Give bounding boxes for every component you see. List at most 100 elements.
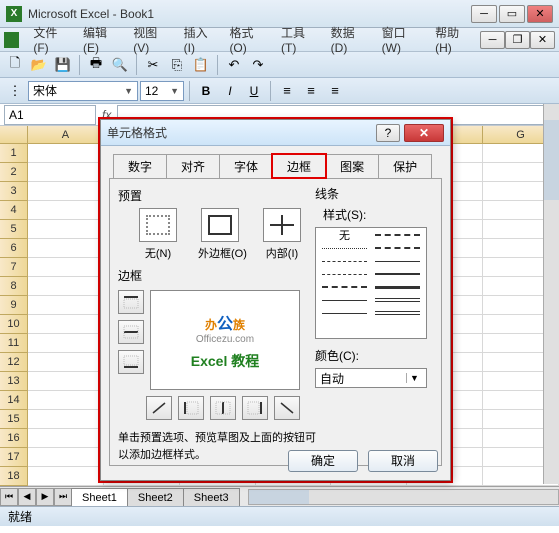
align-left-button[interactable]: ≡ (276, 80, 298, 102)
row-header[interactable]: 10 (0, 315, 28, 334)
copy-icon[interactable]: ⎘ (166, 54, 188, 76)
tab-border[interactable]: 边框 (272, 154, 326, 178)
row-header[interactable]: 1 (0, 144, 28, 163)
sheet-tab[interactable]: Sheet2 (127, 488, 184, 506)
toolbar-handle-icon[interactable]: ⋮ (4, 80, 26, 102)
border-left-button[interactable] (178, 396, 204, 420)
menu-view[interactable]: 视图(V) (127, 22, 177, 57)
cut-icon[interactable]: ✂ (142, 54, 164, 76)
font-size-select[interactable]: 12 ▼ (140, 81, 184, 101)
dialog-help-button[interactable]: ? (376, 124, 400, 142)
line-style-list[interactable]: 无 (315, 227, 427, 339)
line-style-option[interactable] (375, 271, 420, 277)
menu-window[interactable]: 窗口(W) (376, 22, 429, 57)
tab-prev-icon[interactable]: ◀ (18, 488, 36, 506)
preset-none-button[interactable] (139, 208, 177, 242)
tab-alignment[interactable]: 对齐 (166, 154, 220, 178)
line-style-option[interactable] (322, 284, 367, 290)
tab-font[interactable]: 字体 (219, 154, 273, 178)
ok-button[interactable]: 确定 (288, 450, 358, 472)
open-icon[interactable]: 📂 (28, 54, 50, 76)
italic-button[interactable]: I (219, 80, 241, 102)
border-diag-up-button[interactable] (146, 396, 172, 420)
vertical-scrollbar[interactable] (543, 104, 559, 484)
cancel-button[interactable]: 取消 (368, 450, 438, 472)
border-middle-v-button[interactable] (210, 396, 236, 420)
new-icon[interactable]: 🗋 (4, 54, 26, 76)
sheet-tab[interactable]: Sheet3 (183, 488, 240, 506)
menu-edit[interactable]: 编辑(E) (77, 22, 127, 57)
menu-help[interactable]: 帮助(H) (429, 22, 480, 57)
row-header[interactable]: 13 (0, 372, 28, 391)
row-header[interactable]: 9 (0, 296, 28, 315)
row-header[interactable]: 8 (0, 277, 28, 296)
dialog-close-button[interactable]: ✕ (404, 124, 444, 142)
horizontal-scrollbar[interactable] (248, 489, 559, 505)
line-style-option[interactable] (375, 310, 420, 316)
line-style-option[interactable] (322, 297, 367, 303)
doc-close-button[interactable]: ✕ (530, 31, 555, 49)
row-header[interactable]: 17 (0, 448, 28, 467)
border-right-button[interactable] (242, 396, 268, 420)
line-style-option[interactable] (375, 297, 420, 303)
minimize-button[interactable]: ─ (471, 5, 497, 23)
menu-format[interactable]: 格式(O) (223, 22, 275, 57)
sheet-tab[interactable]: Sheet1 (71, 488, 128, 506)
border-preview[interactable]: 办办公公族 Officezu.com Excel 教程 (150, 290, 300, 390)
print-icon[interactable]: 🖶 (85, 54, 107, 76)
doc-minimize-button[interactable]: ─ (480, 31, 505, 49)
line-style-option[interactable] (322, 245, 367, 251)
menu-file[interactable]: 文件(F) (27, 22, 77, 57)
tab-pattern[interactable]: 图案 (325, 154, 379, 178)
line-style-option[interactable] (375, 232, 420, 238)
save-icon[interactable]: 💾 (52, 54, 74, 76)
name-box[interactable]: A1 (4, 105, 96, 125)
line-style-option[interactable] (375, 245, 420, 251)
color-select[interactable]: 自动 ▼ (315, 368, 427, 388)
menu-tools[interactable]: 工具(T) (275, 22, 325, 57)
font-name-select[interactable]: 宋体 ▼ (28, 81, 138, 101)
tab-first-icon[interactable]: ⏮ (0, 488, 18, 506)
align-center-button[interactable]: ≡ (300, 80, 322, 102)
row-header[interactable]: 12 (0, 353, 28, 372)
preset-outline-button[interactable] (201, 208, 239, 242)
row-header[interactable]: 4 (0, 201, 28, 220)
redo-icon[interactable]: ↷ (247, 54, 269, 76)
menu-data[interactable]: 数据(D) (325, 22, 376, 57)
line-style-option[interactable] (322, 310, 367, 316)
line-style-none[interactable]: 无 (322, 232, 367, 238)
border-bottom-button[interactable] (118, 350, 144, 374)
tab-last-icon[interactable]: ⏭ (54, 488, 72, 506)
menu-insert[interactable]: 插入(I) (178, 22, 224, 57)
line-style-option[interactable] (375, 284, 420, 290)
select-all-corner[interactable] (0, 126, 28, 143)
border-top-button[interactable] (118, 290, 144, 314)
border-diag-down-button[interactable] (274, 396, 300, 420)
line-style-option[interactable] (322, 258, 367, 264)
line-style-option[interactable] (375, 258, 420, 264)
tab-next-icon[interactable]: ▶ (36, 488, 54, 506)
row-header[interactable]: 18 (0, 467, 28, 486)
row-header[interactable]: 15 (0, 410, 28, 429)
row-header[interactable]: 3 (0, 182, 28, 201)
preset-inside-button[interactable] (263, 208, 301, 242)
row-header[interactable]: 11 (0, 334, 28, 353)
undo-icon[interactable]: ↶ (223, 54, 245, 76)
row-header[interactable]: 2 (0, 163, 28, 182)
paste-icon[interactable]: 📋 (190, 54, 212, 76)
row-header[interactable]: 14 (0, 391, 28, 410)
col-header[interactable]: A (28, 126, 104, 143)
row-header[interactable]: 6 (0, 239, 28, 258)
row-header[interactable]: 16 (0, 429, 28, 448)
tab-number[interactable]: 数字 (113, 154, 167, 178)
maximize-button[interactable]: ▭ (499, 5, 525, 23)
close-button[interactable]: ✕ (527, 5, 553, 23)
align-right-button[interactable]: ≡ (324, 80, 346, 102)
line-style-option[interactable] (322, 271, 367, 277)
underline-button[interactable]: U (243, 80, 265, 102)
border-middle-h-button[interactable] (118, 320, 144, 344)
preview-icon[interactable]: 🔍 (109, 54, 131, 76)
tab-protection[interactable]: 保护 (378, 154, 432, 178)
row-header[interactable]: 5 (0, 220, 28, 239)
doc-restore-button[interactable]: ❐ (505, 31, 530, 49)
